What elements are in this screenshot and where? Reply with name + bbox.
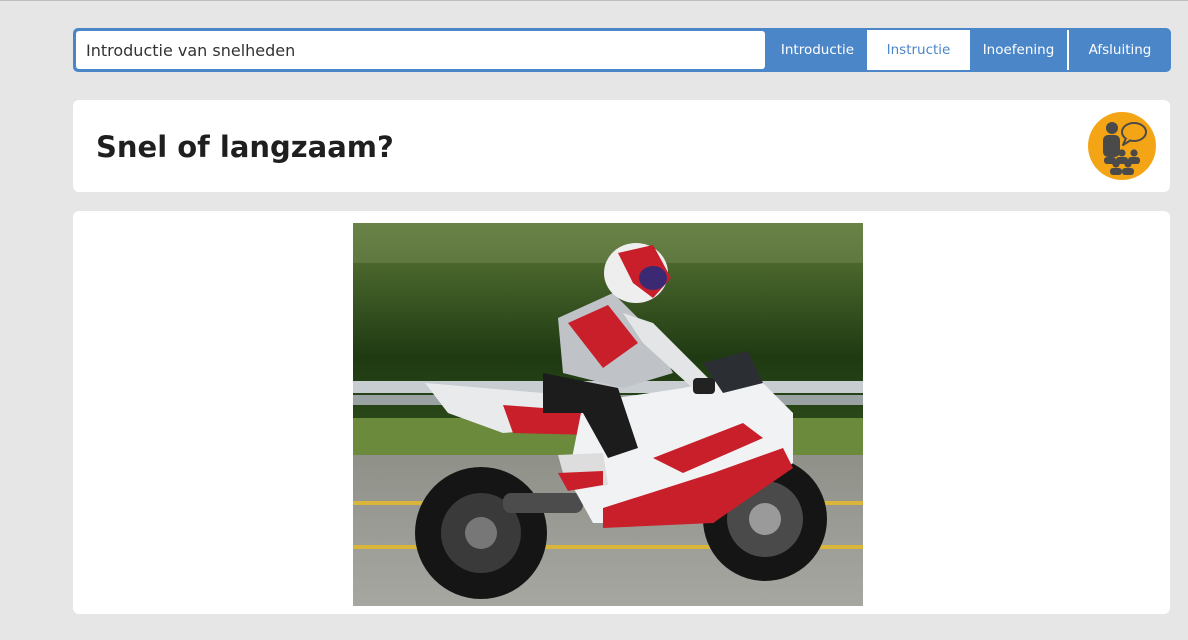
lesson-tabs: Introductie Instructie Inoefening Afslui… bbox=[768, 28, 1171, 72]
section-title: Snel of langzaam? bbox=[96, 130, 394, 164]
image-card bbox=[73, 211, 1170, 614]
section-heading-card: Snel of langzaam? bbox=[73, 100, 1170, 192]
teacher-presenting-icon bbox=[1088, 112, 1156, 180]
top-border bbox=[0, 0, 1188, 1]
motorcycle-rider-photo bbox=[353, 223, 863, 606]
tab-instructie[interactable]: Instructie bbox=[867, 30, 970, 70]
tab-introductie[interactable]: Introductie bbox=[768, 28, 867, 72]
tab-inoefening[interactable]: Inoefening bbox=[970, 30, 1069, 70]
lesson-navigation-bar: Introductie van snelheden Introductie In… bbox=[73, 28, 1171, 72]
tab-afsluiting[interactable]: Afsluiting bbox=[1069, 28, 1171, 72]
lesson-title-field: Introductie van snelheden bbox=[76, 31, 765, 69]
